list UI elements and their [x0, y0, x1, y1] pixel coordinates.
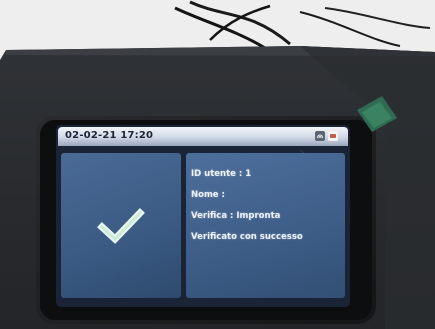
terminal-display: 02-02-21 17:20 ID utente : 1 Nome : Veri…: [58, 127, 348, 305]
checkmark-icon: [97, 208, 145, 244]
user-name-text: Nome :: [191, 190, 225, 200]
verify-method-text: Verifica : Impronta: [191, 211, 281, 221]
fingerprint-icon: [315, 131, 325, 141]
result-panel: [61, 153, 181, 298]
datetime-label: 02-02-21 17:20: [65, 130, 154, 141]
user-info-panel: ID utente : 1 Nome : Verifica : Impronta…: [186, 153, 345, 298]
status-bar: 02-02-21 17:20: [58, 127, 348, 146]
user-id-text: ID utente : 1: [191, 169, 252, 179]
card-icon: [328, 131, 338, 141]
verify-result-text: Verificato con successo: [191, 232, 303, 242]
